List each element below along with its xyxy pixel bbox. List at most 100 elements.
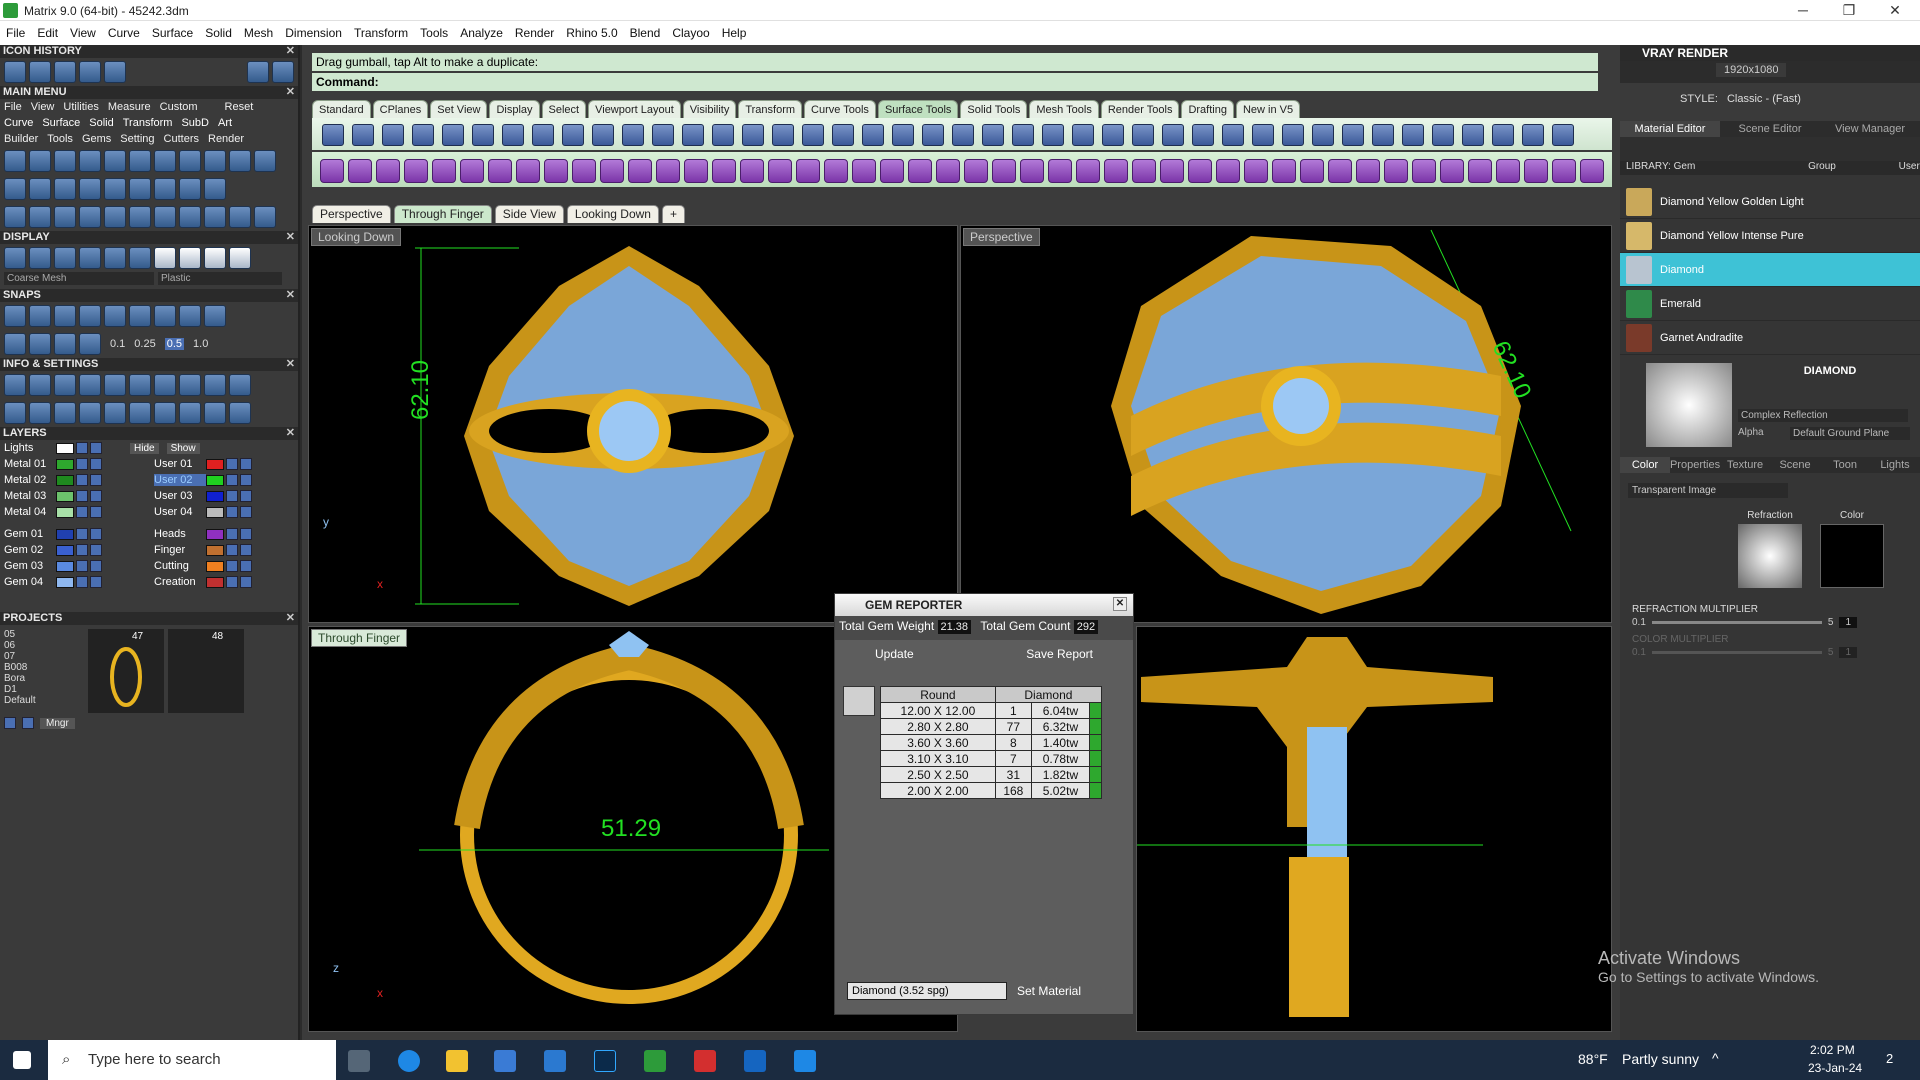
info-tool-icon[interactable]: [229, 402, 251, 424]
add-icon[interactable]: [4, 717, 16, 729]
mesh-quality-select[interactable]: Coarse Mesh: [4, 272, 154, 285]
info-tool-icon[interactable]: [54, 374, 76, 396]
set-material-button[interactable]: Set Material: [1017, 984, 1081, 998]
update-button[interactable]: Update: [875, 647, 914, 663]
info-tool-icon[interactable]: [29, 402, 51, 424]
menu-edit[interactable]: Edit: [31, 21, 64, 45]
solid-tool-icon[interactable]: [460, 159, 484, 183]
close-icon[interactable]: ✕: [286, 612, 295, 625]
info-tool-icon[interactable]: [204, 374, 226, 396]
list-item[interactable]: Emerald: [1620, 287, 1920, 321]
mm-solid[interactable]: Solid: [89, 117, 113, 129]
surface-tool-icon[interactable]: [742, 124, 764, 146]
solid-tool-icon[interactable]: [1020, 159, 1044, 183]
menu-file[interactable]: File: [0, 21, 31, 45]
tab-new-in-v5[interactable]: New in V5: [1235, 100, 1301, 118]
project-item[interactable]: 07: [4, 651, 88, 662]
up-icon[interactable]: [22, 717, 34, 729]
tool-icon[interactable]: [254, 150, 276, 172]
solid-tool-icon[interactable]: [348, 159, 372, 183]
tab-scene-editor[interactable]: Scene Editor: [1720, 121, 1820, 137]
solid-tool-icon[interactable]: [1384, 159, 1408, 183]
tab-perspective[interactable]: Perspective: [312, 205, 391, 223]
menu-blend[interactable]: Blend: [624, 21, 667, 45]
tool-icon[interactable]: [204, 178, 226, 200]
group-select[interactable]: Group: [1808, 161, 1836, 172]
solid-tool-icon[interactable]: [432, 159, 456, 183]
solid-tool-icon[interactable]: [740, 159, 764, 183]
info-tool-icon[interactable]: [154, 402, 176, 424]
surface-tool-icon[interactable]: [1132, 124, 1154, 146]
layer-toggle[interactable]: [90, 474, 102, 486]
layer-toggle[interactable]: [76, 560, 88, 572]
surface-tool-icon[interactable]: [532, 124, 554, 146]
sphere-icon[interactable]: [179, 247, 201, 269]
solid-tool-icon[interactable]: [1328, 159, 1352, 183]
layer-color-swatch[interactable]: [206, 560, 224, 572]
close-icon[interactable]: ✕: [286, 231, 295, 244]
photoshop-icon[interactable]: [594, 1050, 616, 1072]
tab-surface-tools[interactable]: Surface Tools: [877, 100, 959, 118]
close-icon[interactable]: ✕: [286, 358, 295, 371]
info-tool-icon[interactable]: [4, 374, 26, 396]
surface-tool-icon[interactable]: [892, 124, 914, 146]
taskbar-search[interactable]: ⌕ Type here to search: [48, 1040, 336, 1080]
windows-start-icon[interactable]: [13, 1051, 31, 1069]
surface-tool-icon[interactable]: [1252, 124, 1274, 146]
info-tool-icon[interactable]: [129, 402, 151, 424]
surface-tool-icon[interactable]: [1492, 124, 1514, 146]
solid-tool-icon[interactable]: [712, 159, 736, 183]
tab-solid-tools[interactable]: Solid Tools: [960, 100, 1028, 118]
tab-set-view[interactable]: Set View: [430, 100, 488, 118]
solid-tool-icon[interactable]: [572, 159, 596, 183]
mm-tools[interactable]: Tools: [47, 133, 73, 145]
slider-value[interactable]: 1: [1839, 617, 1858, 628]
info-tool-icon[interactable]: [54, 402, 76, 424]
layer-color-swatch[interactable]: [206, 506, 224, 518]
display-mode-icon[interactable]: [79, 247, 101, 269]
user-select[interactable]: User: [1899, 161, 1920, 172]
app-icon[interactable]: [744, 1050, 766, 1072]
command-line[interactable]: Command:: [312, 73, 1598, 91]
select-row-icon[interactable]: [1089, 702, 1102, 719]
add-tab-button[interactable]: +: [661, 205, 685, 223]
layer-color-swatch[interactable]: [56, 442, 74, 454]
tab-viewport-layout[interactable]: Viewport Layout: [588, 100, 681, 118]
solid-tool-icon[interactable]: [1300, 159, 1324, 183]
transparent-select[interactable]: Transparent Image: [1628, 483, 1788, 498]
layer-toggle[interactable]: [90, 544, 102, 556]
surface-tool-icon[interactable]: [622, 124, 644, 146]
display-mode-icon[interactable]: [54, 247, 76, 269]
select-row-icon[interactable]: [1089, 750, 1102, 767]
grid-icon[interactable]: [4, 333, 26, 355]
info-tool-icon[interactable]: [204, 402, 226, 424]
solid-tool-icon[interactable]: [1580, 159, 1604, 183]
layer-color-swatch[interactable]: [56, 576, 74, 588]
select-row-icon[interactable]: [1089, 766, 1102, 783]
matrix-icon[interactable]: [644, 1050, 666, 1072]
solid-tool-icon[interactable]: [1524, 159, 1548, 183]
tab-cplanes[interactable]: CPlanes: [372, 100, 429, 118]
display-mode-icon[interactable]: [104, 247, 126, 269]
color-swatch[interactable]: [1820, 524, 1884, 588]
tab-side-view[interactable]: Side View: [494, 205, 564, 223]
layer-toggle[interactable]: [240, 458, 252, 470]
layer-row[interactable]: Cutting: [150, 558, 298, 574]
refraction-slider[interactable]: [1651, 621, 1822, 624]
snap-icon[interactable]: [129, 305, 151, 327]
solid-tool-icon[interactable]: [684, 159, 708, 183]
surface-tool-icon[interactable]: [1432, 124, 1454, 146]
snap-icon[interactable]: [54, 305, 76, 327]
tool-icon[interactable]: [79, 150, 101, 172]
clock-date[interactable]: 23-Jan-24: [1808, 1061, 1862, 1075]
tab-transform[interactable]: Transform: [738, 100, 803, 118]
surface-tool-icon[interactable]: [802, 124, 824, 146]
notification-icon[interactable]: 2: [1886, 1051, 1893, 1066]
snap-icon[interactable]: [179, 305, 201, 327]
solid-tool-icon[interactable]: [1216, 159, 1240, 183]
task-view-icon[interactable]: [348, 1050, 370, 1072]
history-tool-icon[interactable]: [79, 61, 101, 83]
snap-icon[interactable]: [29, 333, 51, 355]
solid-tool-icon[interactable]: [908, 159, 932, 183]
info-tool-icon[interactable]: [229, 374, 251, 396]
